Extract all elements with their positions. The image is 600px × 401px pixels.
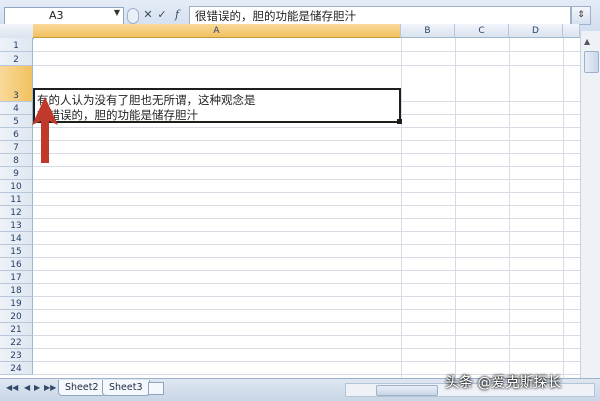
row-header-17[interactable]: 17 (0, 271, 33, 284)
grid-line (33, 218, 580, 219)
grid-line (33, 65, 580, 66)
grid-line (33, 348, 580, 349)
name-box[interactable]: A3 ▼ (4, 7, 124, 25)
row-header-11[interactable]: 11 (0, 193, 33, 206)
row-header-6[interactable]: 6 (0, 128, 33, 141)
vertical-scroll-thumb[interactable] (584, 51, 599, 73)
fill-handle[interactable] (397, 119, 402, 124)
column-header-b[interactable]: B (401, 24, 455, 38)
insert-function-icon[interactable]: f (170, 8, 184, 22)
sheet-tab-sheet3[interactable]: Sheet3 (102, 380, 150, 396)
column-header-c[interactable]: C (455, 24, 509, 38)
row-header-21[interactable]: 21 (0, 323, 33, 336)
grid-line (33, 322, 580, 323)
column-header-partial (563, 24, 580, 38)
formula-separator-icon (127, 8, 139, 24)
grid-line (33, 153, 580, 154)
enter-check-icon[interactable]: ✓ (155, 8, 169, 22)
grid-line (33, 205, 580, 206)
insert-sheet-icon[interactable] (148, 382, 164, 395)
sheet-tab-sheet2[interactable]: Sheet2 (58, 380, 106, 396)
prev-sheet-icon[interactable]: ◀ (24, 383, 30, 392)
scroll-up-icon[interactable]: ▲ (584, 37, 590, 46)
row-header-7[interactable]: 7 (0, 141, 33, 154)
grid-line (33, 361, 580, 362)
row-header-1[interactable]: 1 (0, 38, 33, 52)
name-box-value: A3 (49, 9, 64, 22)
row-header-18[interactable]: 18 (0, 284, 33, 297)
first-sheet-icon[interactable]: ◀◀ (6, 383, 18, 392)
row-header-20[interactable]: 20 (0, 310, 33, 323)
grid-line (33, 192, 580, 193)
grid-line (33, 166, 580, 167)
cell-text-line1: 有的人认为没有了胆也无所谓，这种观念是 (37, 93, 256, 107)
grid-line (33, 309, 580, 310)
select-all-corner[interactable] (0, 24, 34, 39)
vertical-scrollbar[interactable]: ▲ (580, 31, 600, 378)
worksheet-grid[interactable]: A B C D 1 2 3 4 5 6 7 8 9 10 11 12 13 14 15 16 17 18 19 20 2… (0, 24, 580, 378)
grid-line (33, 51, 580, 52)
grid-line (33, 257, 580, 258)
row-header-5[interactable]: 5 (0, 115, 33, 128)
horizontal-scroll-thumb[interactable] (376, 385, 438, 396)
row-header-13[interactable]: 13 (0, 219, 33, 232)
row-header-16[interactable]: 16 (0, 258, 33, 271)
formula-text: 很错误的，胆的功能是储存胆汁 (195, 9, 356, 23)
row-header-4[interactable]: 4 (0, 102, 33, 115)
cancel-icon[interactable]: ✕ (141, 8, 155, 22)
grid-line (33, 296, 580, 297)
cell-text-line2: 很错误的，胆的功能是储存胆汁 (37, 108, 198, 122)
grid-line (33, 270, 580, 271)
row-header-19[interactable]: 19 (0, 297, 33, 310)
active-cell-a3[interactable]: 有的人认为没有了胆也无所谓，这种观念是 很错误的，胆的功能是储存胆汁 (33, 88, 401, 123)
watermark: 头条 @爱克斯探长 (445, 375, 562, 391)
expand-formula-bar-button[interactable]: ⇕ (571, 6, 591, 25)
grid-line (33, 179, 580, 180)
column-header-a[interactable]: A (33, 24, 401, 38)
last-sheet-icon[interactable]: ▶▶ (44, 383, 56, 392)
row-header-3[interactable]: 3 (0, 66, 33, 102)
row-header-2[interactable]: 2 (0, 52, 33, 66)
row-header-9[interactable]: 9 (0, 167, 33, 180)
grid-line (33, 127, 580, 128)
grid-line (33, 140, 580, 141)
formula-input[interactable]: 很错误的，胆的功能是储存胆汁 (189, 6, 571, 25)
red-arrow-annotation (32, 97, 58, 163)
row-header-15[interactable]: 15 (0, 245, 33, 258)
row-header-10[interactable]: 10 (0, 180, 33, 193)
next-sheet-icon[interactable]: ▶ (34, 383, 40, 392)
grid-line (33, 231, 580, 232)
grid-line (33, 335, 580, 336)
row-header-8[interactable]: 8 (0, 154, 33, 167)
row-header-12[interactable]: 12 (0, 206, 33, 219)
grid-line (33, 283, 580, 284)
row-header-24[interactable]: 24 (0, 362, 33, 375)
row-header-23[interactable]: 23 (0, 349, 33, 362)
row-header-14[interactable]: 14 (0, 232, 33, 245)
column-header-d[interactable]: D (509, 24, 563, 38)
row-header-22[interactable]: 22 (0, 336, 33, 349)
chevron-down-icon[interactable]: ▼ (114, 8, 120, 17)
grid-line (33, 244, 580, 245)
